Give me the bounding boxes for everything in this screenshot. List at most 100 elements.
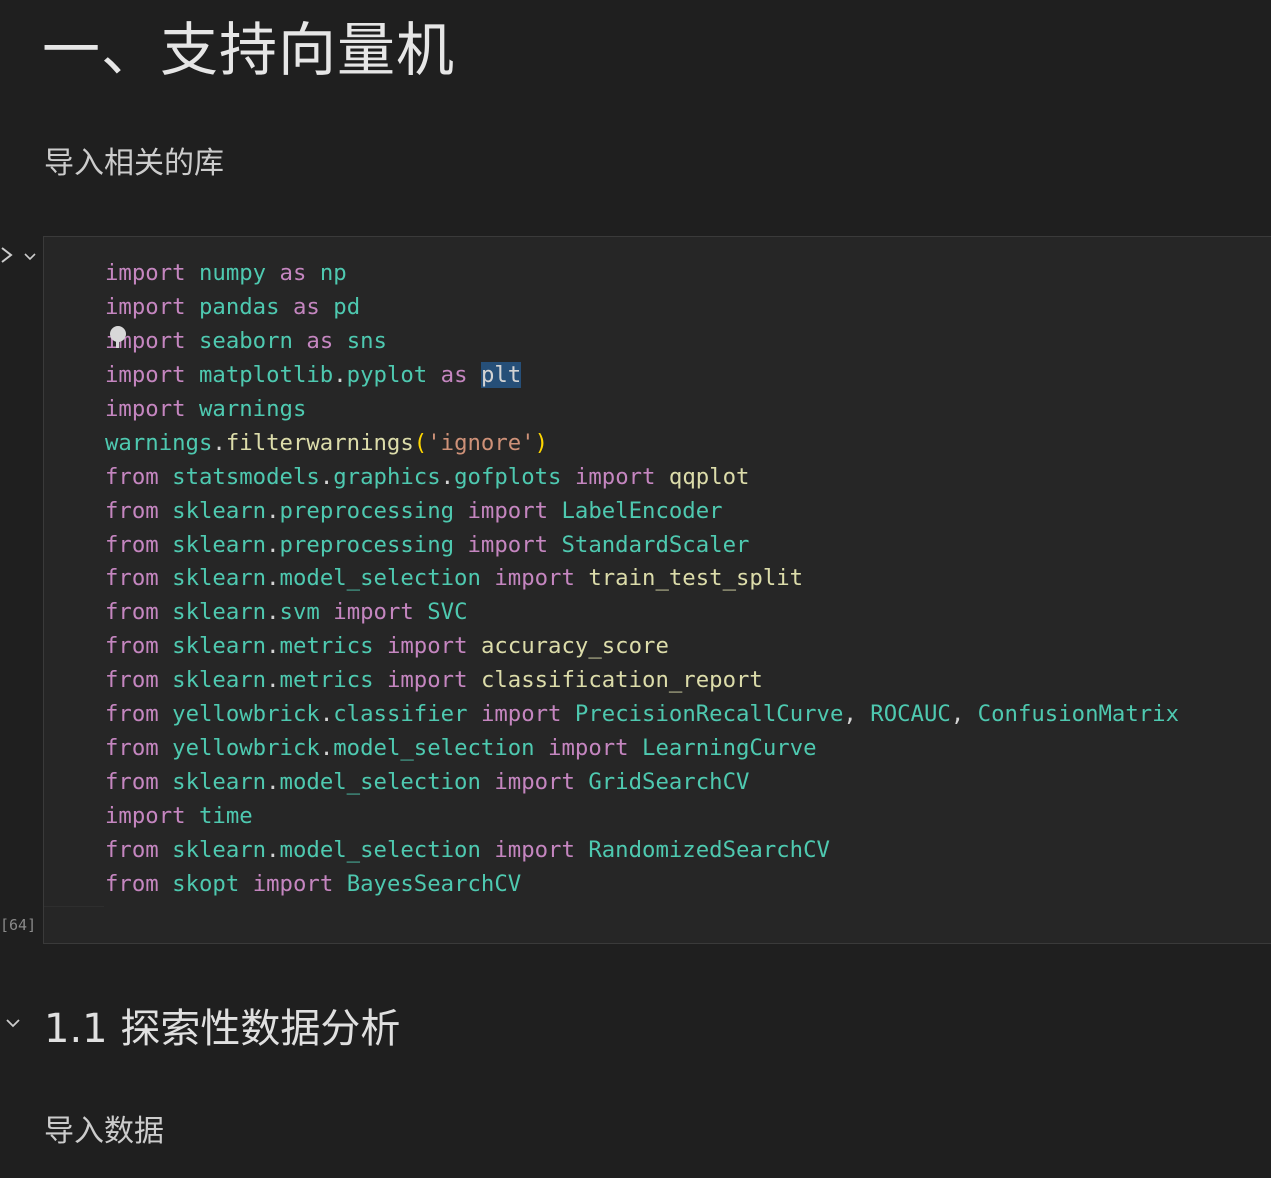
code-line[interactable]: warnings.filterwarnings('ignore') — [105, 427, 1179, 461]
code-token: time — [198, 803, 253, 829]
code-token: qqplot — [668, 463, 750, 490]
code-token: from — [105, 870, 159, 897]
code-line[interactable]: from sklearn.model_selection import Rand… — [105, 834, 1179, 868]
code-token: ConfusionMatrix — [977, 701, 1180, 728]
code-token: classification_report — [480, 667, 763, 694]
code-line[interactable]: from sklearn.model_selection import trai… — [105, 562, 1179, 596]
code-token: ( — [413, 429, 428, 456]
code-token: from — [105, 599, 159, 626]
code-token: numpy — [198, 260, 267, 286]
code-token: from — [105, 667, 159, 694]
code-cell-editor[interactable]: import numpy as np import pandas as pd imp… — [43, 236, 1271, 944]
code-token: import — [494, 769, 575, 796]
code-token: np — [319, 260, 347, 286]
code-token: as — [292, 293, 320, 320]
code-token: import — [548, 735, 629, 762]
code-line[interactable]: from sklearn.model_selection import Grid… — [105, 766, 1179, 800]
code-token: import — [467, 497, 549, 524]
code-token: . — [266, 497, 280, 524]
code-token: pandas — [198, 293, 280, 320]
code-token: . — [266, 565, 280, 592]
code-token: . — [266, 667, 280, 694]
code-line[interactable]: from yellowbrick.classifier import Preci… — [105, 698, 1179, 732]
code-line[interactable]: from statsmodels.graphics.gofplots impor… — [105, 461, 1179, 495]
code-token: from — [105, 735, 159, 762]
code-line[interactable]: from sklearn.metrics import classificati… — [105, 664, 1179, 698]
code-token: sklearn — [172, 531, 267, 558]
code-token: BayesSearchCV — [346, 870, 522, 897]
section-fold-chevron-icon[interactable] — [4, 1014, 22, 1032]
code-line[interactable]: import pandas as pd — [105, 291, 1179, 325]
code-line[interactable]: import time — [105, 800, 1179, 834]
code-token: preprocessing — [279, 531, 455, 558]
code-line[interactable]: import seaborn as sns — [105, 325, 1179, 359]
code-token: . — [319, 701, 334, 728]
code-token: . — [319, 735, 334, 762]
code-line[interactable]: from sklearn.preprocessing import LabelE… — [105, 495, 1179, 529]
code-token: GridSearchCV — [588, 769, 750, 796]
code-line[interactable]: import numpy as np — [105, 257, 1179, 291]
code-token: sklearn — [172, 836, 267, 863]
chevron-down-icon[interactable] — [22, 248, 38, 264]
code-token: classifier — [333, 701, 468, 728]
code-token: . — [266, 836, 280, 863]
code-token: import — [574, 463, 656, 490]
code-editor-content[interactable]: import numpy as np import pandas as pd imp… — [105, 257, 1179, 902]
code-token: as — [306, 327, 334, 354]
code-line[interactable]: from skopt import BayesSearchCV — [105, 868, 1179, 902]
code-line[interactable]: import matplotlib.pyplot as plt — [105, 359, 1179, 393]
code-token: as — [440, 361, 468, 388]
code-token: . — [266, 633, 280, 660]
code-token: gofplots — [454, 463, 562, 490]
code-token: . — [266, 599, 280, 626]
code-token: LabelEncoder — [561, 497, 723, 524]
code-token: from — [105, 531, 159, 558]
code-token: import — [467, 531, 549, 558]
code-token: plt — [480, 361, 522, 388]
code-token: sns — [346, 327, 387, 354]
code-token: import — [105, 395, 186, 422]
code-line[interactable]: import warnings — [105, 393, 1179, 427]
code-token: from — [105, 769, 159, 796]
code-token: import — [105, 293, 186, 320]
code-token: StandardScaler — [561, 531, 750, 558]
code-line[interactable]: from sklearn.svm import SVC — [105, 596, 1179, 630]
code-token: from — [105, 701, 159, 728]
code-line[interactable]: from sklearn.metrics import accuracy_sco… — [105, 630, 1179, 664]
run-cell-icon[interactable] — [0, 244, 14, 266]
code-token: . — [212, 429, 226, 456]
code-line[interactable]: from yellowbrick.model_selection import … — [105, 732, 1179, 766]
code-token: sklearn — [172, 769, 267, 796]
code-token: . — [319, 463, 334, 490]
code-token: sklearn — [172, 497, 267, 524]
code-token: as — [279, 260, 307, 286]
code-token: model_selection — [279, 836, 481, 863]
code-line[interactable]: from sklearn.preprocessing import Standa… — [105, 529, 1179, 563]
code-token: matplotlib — [198, 361, 334, 388]
code-token: filterwarnings — [225, 429, 414, 456]
